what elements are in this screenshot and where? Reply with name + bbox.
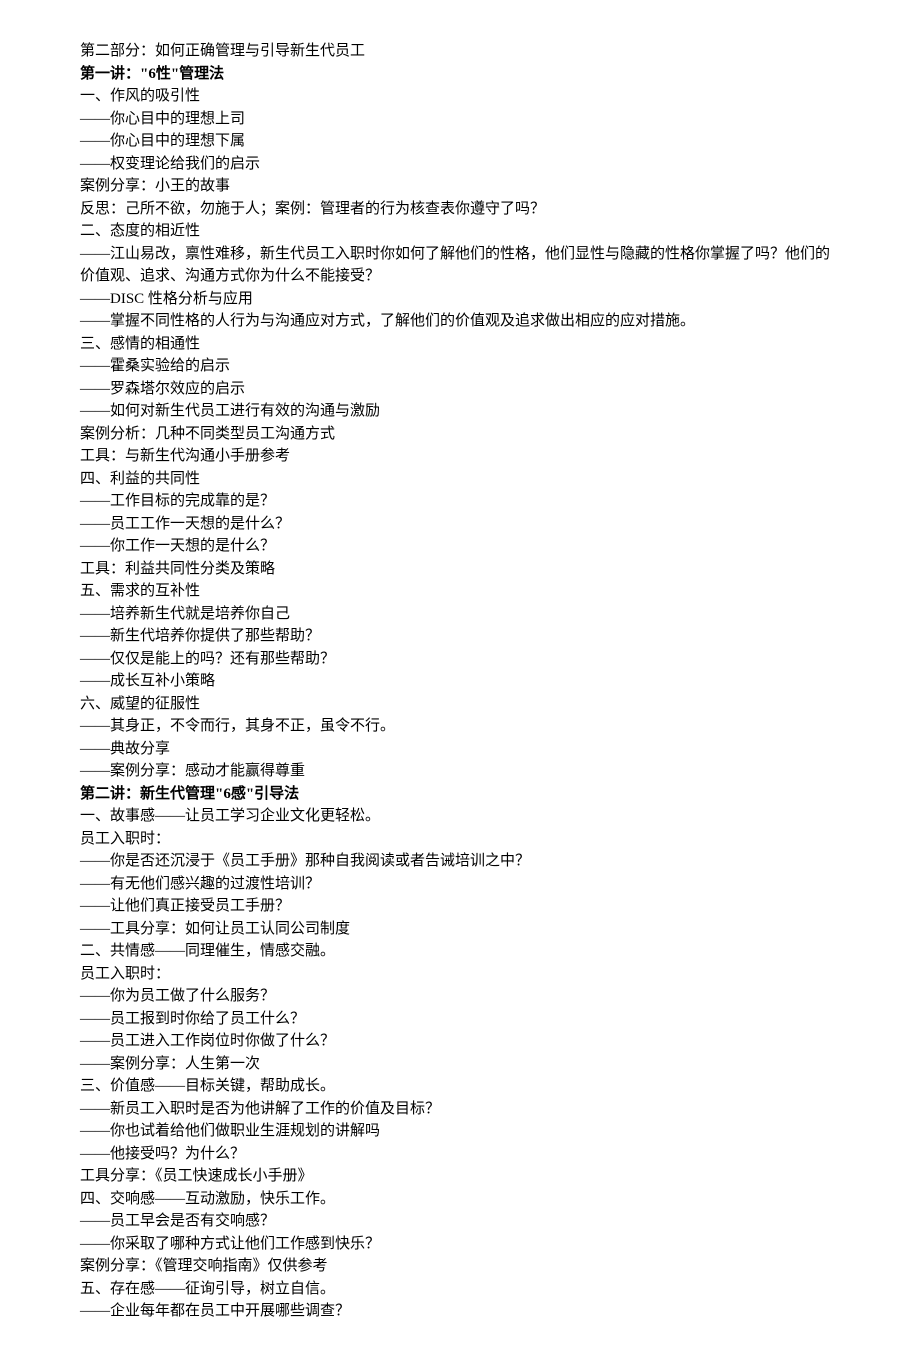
text-line: ——员工报到时你给了员工什么？ bbox=[80, 1008, 840, 1031]
text-line: 员工入职时： bbox=[80, 828, 840, 851]
text-line: ——仅仅是能上的吗？还有那些帮助？ bbox=[80, 648, 840, 671]
text-line: ——让他们真正接受员工手册？ bbox=[80, 895, 840, 918]
text-line: ——新员工入职时是否为他讲解了工作的价值及目标？ bbox=[80, 1098, 840, 1121]
text-line: 第一讲："6性"管理法 bbox=[80, 63, 840, 86]
text-line: ——培养新生代就是培养你自己 bbox=[80, 603, 840, 626]
text-line: ——案例分享：感动才能赢得尊重 bbox=[80, 760, 840, 783]
text-line: ——罗森塔尔效应的启示 bbox=[80, 378, 840, 401]
text-line: ——他接受吗？为什么？ bbox=[80, 1143, 840, 1166]
text-line: ——霍桑实验给的启示 bbox=[80, 355, 840, 378]
text-line: ——权变理论给我们的启示 bbox=[80, 153, 840, 176]
text-line: ——你也试着给他们做职业生涯规划的讲解吗 bbox=[80, 1120, 840, 1143]
text-line: ——江山易改，禀性难移，新生代员工入职时你如何了解他们的性格，他们显性与隐藏的性… bbox=[80, 243, 840, 288]
text-line: 工具：利益共同性分类及策略 bbox=[80, 558, 840, 581]
text-line: 五、需求的互补性 bbox=[80, 580, 840, 603]
text-line: 一、作风的吸引性 bbox=[80, 85, 840, 108]
text-line: 二、态度的相近性 bbox=[80, 220, 840, 243]
text-line: 第二部分：如何正确管理与引导新生代员工 bbox=[80, 40, 840, 63]
text-line: ——工作目标的完成靠的是？ bbox=[80, 490, 840, 513]
text-line: ——你采取了哪种方式让他们工作感到快乐？ bbox=[80, 1233, 840, 1256]
document-body: 第二部分：如何正确管理与引导新生代员工第一讲："6性"管理法一、作风的吸引性——… bbox=[80, 40, 840, 1323]
text-line: 四、交响感——互动激励，快乐工作。 bbox=[80, 1188, 840, 1211]
text-line: 案例分享：《管理交响指南》仅供参考 bbox=[80, 1255, 840, 1278]
text-line: ——掌握不同性格的人行为与沟通应对方式，了解他们的价值观及追求做出相应的应对措施… bbox=[80, 310, 840, 333]
text-line: ——你是否还沉浸于《员工手册》那种自我阅读或者告诫培训之中？ bbox=[80, 850, 840, 873]
text-line: 六、威望的征服性 bbox=[80, 693, 840, 716]
text-line: 反思：己所不欲，勿施于人；案例：管理者的行为核查表你遵守了吗？ bbox=[80, 198, 840, 221]
text-line: 第二讲：新生代管理"6感"引导法 bbox=[80, 783, 840, 806]
text-line: 一、故事感——让员工学习企业文化更轻松。 bbox=[80, 805, 840, 828]
text-line: ——DISC 性格分析与应用 bbox=[80, 288, 840, 311]
text-line: ——案例分享：人生第一次 bbox=[80, 1053, 840, 1076]
text-line: ——员工工作一天想的是什么？ bbox=[80, 513, 840, 536]
text-line: ——工具分享：如何让员工认同公司制度 bbox=[80, 918, 840, 941]
text-line: 案例分享：小王的故事 bbox=[80, 175, 840, 198]
text-line: ——员工早会是否有交响感？ bbox=[80, 1210, 840, 1233]
text-line: ——典故分享 bbox=[80, 738, 840, 761]
text-line: 三、价值感——目标关键，帮助成长。 bbox=[80, 1075, 840, 1098]
text-line: ——其身正，不令而行，其身不正，虽令不行。 bbox=[80, 715, 840, 738]
text-line: 三、感情的相通性 bbox=[80, 333, 840, 356]
text-line: ——企业每年都在员工中开展哪些调查？ bbox=[80, 1300, 840, 1323]
text-line: ——成长互补小策略 bbox=[80, 670, 840, 693]
text-line: ——新生代培养你提供了那些帮助？ bbox=[80, 625, 840, 648]
text-line: ——你心目中的理想下属 bbox=[80, 130, 840, 153]
text-line: ——有无他们感兴趣的过渡性培训？ bbox=[80, 873, 840, 896]
text-line: 工具分享：《员工快速成长小手册》 bbox=[80, 1165, 840, 1188]
text-line: 五、存在感——征询引导，树立自信。 bbox=[80, 1278, 840, 1301]
text-line: 员工入职时： bbox=[80, 963, 840, 986]
text-line: 案例分析：几种不同类型员工沟通方式 bbox=[80, 423, 840, 446]
text-line: ——你工作一天想的是什么？ bbox=[80, 535, 840, 558]
text-line: 二、共情感——同理催生，情感交融。 bbox=[80, 940, 840, 963]
text-line: 四、利益的共同性 bbox=[80, 468, 840, 491]
text-line: ——如何对新生代员工进行有效的沟通与激励 bbox=[80, 400, 840, 423]
text-line: ——你为员工做了什么服务？ bbox=[80, 985, 840, 1008]
text-line: ——员工进入工作岗位时你做了什么？ bbox=[80, 1030, 840, 1053]
text-line: ——你心目中的理想上司 bbox=[80, 108, 840, 131]
text-line: 工具：与新生代沟通小手册参考 bbox=[80, 445, 840, 468]
